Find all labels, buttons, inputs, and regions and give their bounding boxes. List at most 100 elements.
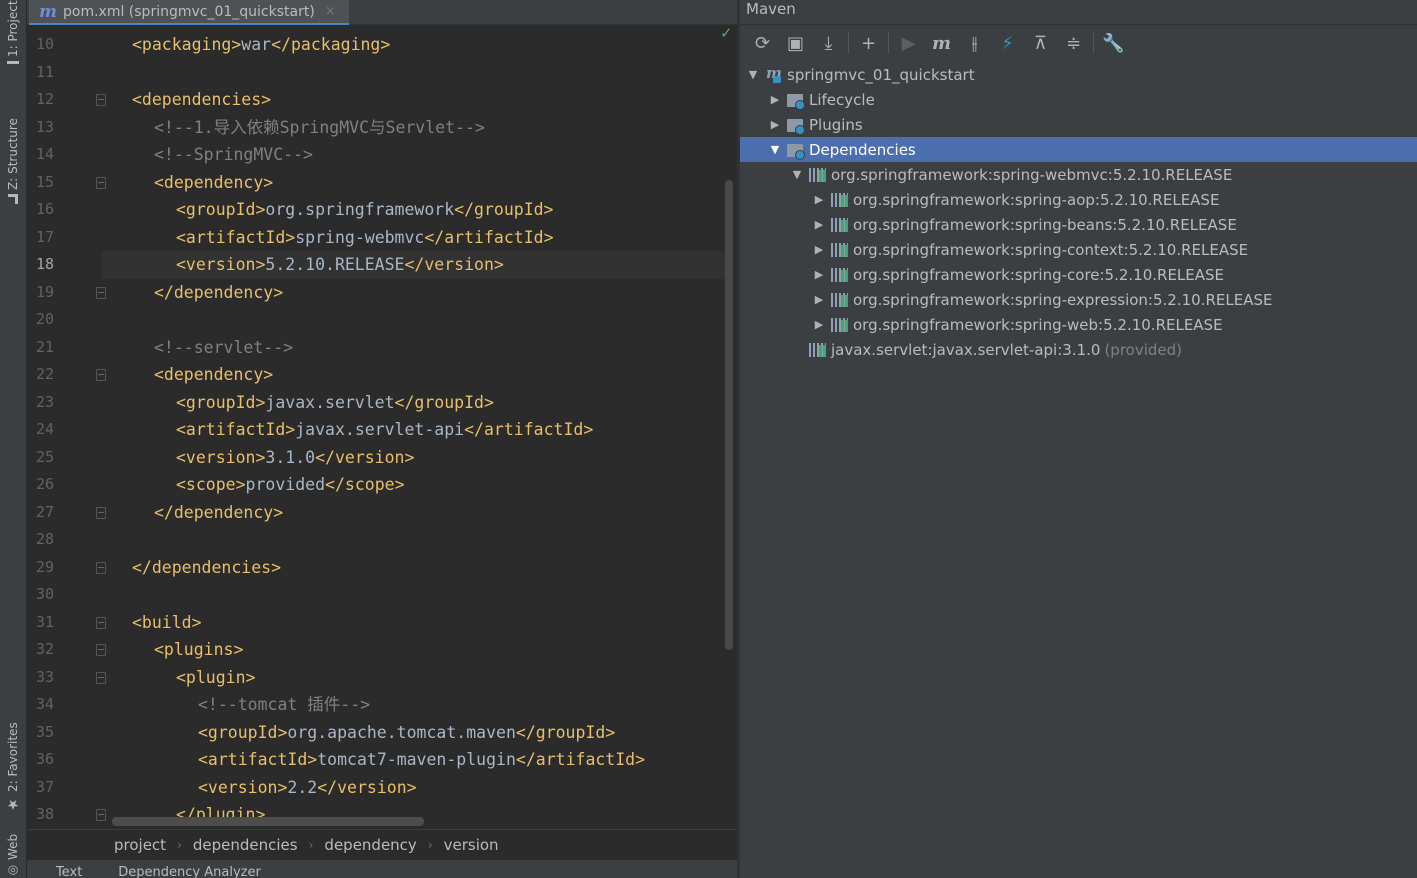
folder-icon: [7, 60, 19, 64]
code-line: <dependency>: [102, 169, 727, 197]
favorites-tool-tab[interactable]: ★ 2: Favorites: [2, 716, 24, 812]
maven-tree-node[interactable]: ▶ org.springframework:spring-core:5.2.10.…: [740, 262, 1417, 287]
maven-m-icon: m: [39, 1, 57, 22]
maven-tree-node[interactable]: ▼ springmvc_01_quickstart: [740, 62, 1417, 87]
web-tab-label: Web: [6, 833, 20, 860]
maven-tree-node[interactable]: ▶ org.springframework:spring-context:5.2.…: [740, 237, 1417, 262]
xml-tag: <artifactId>: [176, 227, 296, 247]
xml-tag: </dependencies>: [132, 557, 282, 577]
xml-comment: <!--SpringMVC-->: [154, 145, 313, 164]
maven-tree-node[interactable]: ▶ org.springframework:spring-expression:5…: [740, 287, 1417, 312]
xml-tag: </groupId>: [454, 200, 554, 219]
add-icon[interactable]: +: [852, 29, 885, 57]
xml-tag: </scope>: [325, 475, 405, 494]
horizontal-scrollbar[interactable]: [112, 817, 424, 826]
breadcrumb-item[interactable]: dependency: [324, 836, 416, 854]
code-line: <plugins>: [102, 636, 727, 664]
xml-tag: </packaging>: [271, 35, 391, 54]
xml-tag: <groupId>: [198, 722, 288, 742]
collapsed-arrow-icon[interactable]: ▶: [764, 118, 786, 131]
code-line: <version>2.2</version>: [102, 774, 727, 802]
maven-tree-node[interactable]: ▼ org.springframework:spring-webmvc:5.2.1…: [740, 162, 1417, 187]
line-number: 13: [35, 117, 54, 136]
web-tool-tab[interactable]: ◎ Web: [2, 832, 24, 878]
editor-tab-bar: m pom.xml (springmvc_01_quickstart) ×: [27, 0, 737, 25]
tab-text[interactable]: Text: [56, 860, 82, 878]
collapsed-arrow-icon[interactable]: ▶: [808, 318, 830, 331]
folder-gear-icon: [786, 142, 806, 160]
expanded-arrow-icon[interactable]: ▼: [786, 168, 808, 181]
maven-tool-window: Maven ⟳▣⤓+▶m⫲⚡⊼≑🔧 ▼springmvc_01_quicksta…: [740, 0, 1417, 878]
structure-tab-label: Z: Structure: [6, 118, 20, 190]
generate-sources-icon[interactable]: ▣: [779, 29, 812, 57]
maven-tree-node[interactable]: ▶ org.springframework:spring-web:5.2.10.R…: [740, 312, 1417, 337]
line-number: 25: [35, 447, 54, 466]
show-dependencies-icon[interactable]: ⊼: [1024, 29, 1057, 57]
line-number: 31: [35, 612, 54, 631]
line-number: 17: [35, 227, 54, 246]
toolbar-separator: [848, 32, 849, 54]
xml-tag: <version>: [176, 255, 266, 274]
maven-tree-node[interactable]: ▶ org.springframework:spring-aop:5.2.10.R…: [740, 187, 1417, 212]
code-line: <plugin>: [102, 664, 727, 692]
settings-wrench-icon[interactable]: 🔧: [1097, 29, 1130, 57]
line-number: 37: [35, 777, 54, 796]
line-number: 30: [35, 585, 54, 603]
line-number: 24: [35, 420, 54, 438]
breadcrumb-item[interactable]: dependencies: [193, 836, 298, 854]
maven-tree-node[interactable]: ▼ Dependencies: [740, 137, 1417, 162]
folder-gear-icon: [786, 92, 806, 110]
collapsed-arrow-icon[interactable]: ▶: [764, 93, 786, 106]
breadcrumb-item[interactable]: project: [114, 836, 166, 854]
download-icon[interactable]: ⤓: [812, 29, 845, 57]
maven-tree-node[interactable]: ▶ org.springframework:spring-beans:5.2.10…: [740, 212, 1417, 237]
execute-goal-icon[interactable]: m: [925, 29, 958, 57]
library-icon: [830, 192, 850, 208]
tree-node-label: javax.servlet:javax.servlet-api:3.1.0: [831, 340, 1101, 359]
tree-node-label: org.springframework:spring-webmvc:5.2.10…: [831, 165, 1233, 184]
structure-icon: [8, 194, 18, 204]
toolbar-separator: [888, 32, 889, 54]
xml-tag: <scope>: [176, 475, 246, 494]
collapsed-arrow-icon[interactable]: ▶: [808, 293, 830, 306]
line-number: 21: [35, 337, 54, 356]
code-line: <scope>provided</scope>: [102, 471, 727, 499]
collapsed-arrow-icon[interactable]: ▶: [808, 193, 830, 206]
toggle-offline-icon[interactable]: ⫲: [958, 29, 991, 57]
line-number: 18: [35, 255, 54, 273]
expanded-arrow-icon[interactable]: ▼: [764, 143, 786, 156]
xml-text: 2.2: [287, 777, 318, 797]
collapsed-arrow-icon[interactable]: ▶: [808, 243, 830, 256]
collapsed-arrow-icon[interactable]: ▶: [808, 268, 830, 281]
collapsed-arrow-icon[interactable]: ▶: [808, 218, 830, 231]
run-icon[interactable]: ▶: [892, 29, 925, 57]
reload-icon[interactable]: ⟳: [746, 29, 779, 57]
favorites-tab-label: 2: Favorites: [6, 722, 20, 792]
library-icon: [830, 317, 850, 333]
line-number: 36: [35, 750, 54, 768]
expanded-arrow-icon[interactable]: ▼: [742, 68, 764, 81]
skip-tests-icon[interactable]: ⚡: [991, 29, 1024, 57]
collapse-all-icon[interactable]: ≑: [1057, 29, 1090, 57]
tab-dependency-analyzer[interactable]: Dependency Analyzer: [118, 860, 261, 878]
editor-panel: m pom.xml (springmvc_01_quickstart) × ✓ …: [27, 0, 737, 878]
xml-tag: <plugins>: [154, 640, 244, 659]
maven-tree-node[interactable]: ▶ Plugins: [740, 112, 1417, 137]
xml-tag: </artifactId>: [424, 227, 554, 247]
maven-tree-node[interactable]: javax.servlet:javax.servlet-api:3.1.0 (pr…: [740, 337, 1417, 362]
code-line: <build>: [102, 609, 727, 637]
structure-tool-tab[interactable]: Z: Structure: [2, 104, 24, 204]
code-line: <!--1.导入依赖SpringMVC与Servlet-->: [102, 114, 727, 142]
file-tab-pom-xml[interactable]: m pom.xml (springmvc_01_quickstart) ×: [29, 0, 349, 25]
maven-tree-node[interactable]: ▶ Lifecycle: [740, 87, 1417, 112]
breadcrumb-item[interactable]: version: [444, 836, 499, 854]
code-line: <artifactId>javax.servlet-api</artifactI…: [102, 416, 727, 444]
tree-node-label: org.springframework:spring-aop:5.2.10.RE…: [853, 190, 1220, 209]
close-icon[interactable]: ×: [325, 4, 336, 19]
line-number: 22: [35, 365, 54, 383]
left-tool-strip: 1: Project Z: Structure ★ 2: Favorites ◎…: [0, 0, 27, 878]
vertical-scrollbar[interactable]: [725, 180, 733, 650]
xml-tag: </version>: [315, 447, 415, 467]
project-tool-tab[interactable]: 1: Project: [2, 0, 24, 64]
